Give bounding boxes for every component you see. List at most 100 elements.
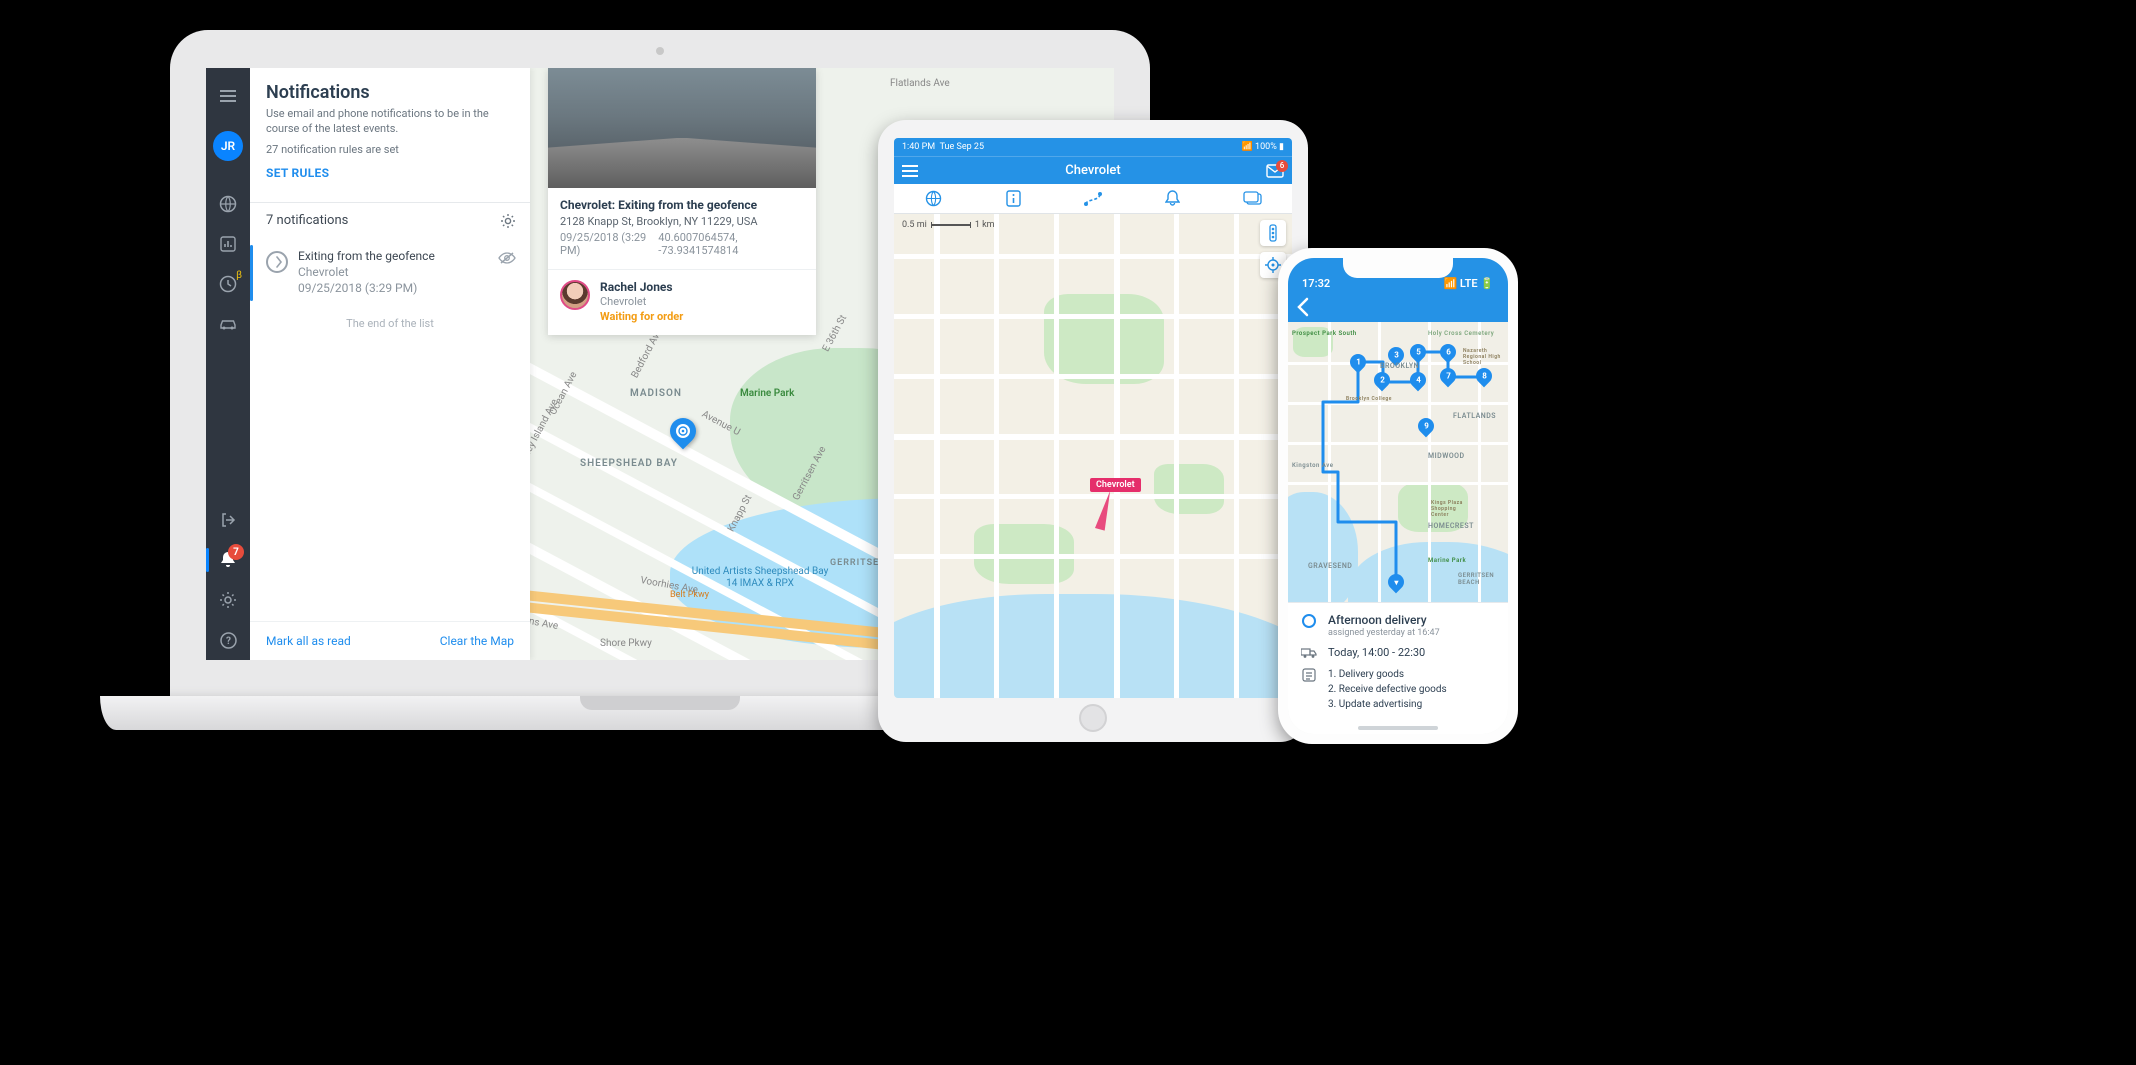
- tablet-water: [894, 594, 1292, 698]
- laptop-camera: [656, 47, 664, 55]
- tablet-park: [1154, 464, 1224, 514]
- streetview-photo[interactable]: Google © 2018 Google Terms of Use Report…: [548, 68, 816, 188]
- route-waypoint[interactable]: 1: [1350, 354, 1366, 370]
- tablet-park: [1044, 294, 1164, 384]
- streetview-report-link[interactable]: Report a problem: [735, 173, 812, 185]
- sidebar-item-notifications[interactable]: 7: [206, 540, 250, 580]
- driver-name: Rachel Jones: [600, 280, 683, 294]
- route-waypoint[interactable]: 5: [1410, 344, 1426, 360]
- sidebar-item-help[interactable]: ?: [206, 620, 250, 660]
- phone-poi-label: Holy Cross Cemetery: [1428, 330, 1494, 337]
- sidebar-avatar[interactable]: JR: [206, 126, 250, 166]
- phone-area-label: BROOKLYN: [1380, 362, 1419, 370]
- route-waypoint[interactable]: 8: [1476, 368, 1492, 384]
- route-icon: [1083, 191, 1103, 207]
- tablet-traffic-button[interactable]: [1260, 220, 1286, 246]
- tablet-tab-info[interactable]: [974, 184, 1054, 213]
- tablet-inbox-button[interactable]: 6: [1266, 164, 1284, 178]
- app-sidebar: JR β: [206, 68, 250, 660]
- phone-street-label: Kingston Ave: [1292, 462, 1333, 469]
- phone-time: 17:32: [1302, 277, 1330, 290]
- end-of-list: The end of the list: [250, 307, 530, 346]
- phone-screen: 17:32 📶 LTE 🔋: [1288, 258, 1508, 734]
- active-indicator: [206, 548, 209, 572]
- truck-icon: [1300, 647, 1318, 659]
- tablet-tab-alerts[interactable]: [1133, 184, 1213, 213]
- gear-icon: [219, 591, 237, 609]
- list-settings-button[interactable]: [500, 213, 516, 229]
- driver-row[interactable]: Rachel Jones Chevrolet Waiting for order: [548, 269, 816, 335]
- help-icon: ?: [220, 632, 237, 649]
- sidebar-menu-button[interactable]: [206, 76, 250, 116]
- streetview-brand: Google: [552, 173, 593, 185]
- phone-poi-label: Nazareth Regional High School: [1463, 348, 1507, 366]
- avatar-initials: JR: [213, 131, 243, 161]
- chat-icon: [1243, 191, 1262, 207]
- checklist-icon: [1300, 668, 1318, 682]
- sidebar-item-globe[interactable]: [206, 184, 250, 224]
- phone-park-label: Marine Park: [1428, 557, 1466, 564]
- tablet-tab-route[interactable]: [1053, 184, 1133, 213]
- route-waypoint[interactable]: 9: [1418, 418, 1434, 434]
- traffic-light-icon: [1266, 224, 1280, 242]
- tablet-tab-chat[interactable]: [1212, 184, 1292, 213]
- streetview-terms-link[interactable]: Terms of Use: [672, 173, 733, 185]
- tablet-vehicle-marker[interactable]: Chevrolet: [1090, 472, 1141, 491]
- map-street-label: Flatlands Ave: [890, 78, 950, 89]
- clear-map-link[interactable]: Clear the Map: [440, 634, 514, 648]
- task-step: 2. Receive defective goods: [1328, 682, 1447, 697]
- tablet-tab-map[interactable]: [894, 184, 974, 213]
- route-endpoint[interactable]: ▾: [1388, 574, 1404, 590]
- sidebar-item-fleet[interactable]: [206, 304, 250, 344]
- driver-status: Waiting for order: [600, 310, 683, 323]
- tablet-device: 1:40 PM Tue Sep 25 📶 100% ▮ Chevrolet 6: [878, 120, 1308, 742]
- phone-poi-label: Kings Plaza Shopping Center: [1431, 500, 1471, 518]
- sidebar-item-history[interactable]: β: [206, 264, 250, 304]
- phone-carrier: LTE: [1460, 277, 1478, 290]
- route-waypoint[interactable]: 2: [1374, 372, 1390, 388]
- clock-icon: [219, 275, 237, 293]
- phone-device: 17:32 📶 LTE 🔋: [1278, 248, 1518, 744]
- tablet-status-bar: 1:40 PM Tue Sep 25 📶 100% ▮: [894, 138, 1292, 156]
- map-marker-vehicle[interactable]: [670, 418, 696, 444]
- sidebar-item-reports[interactable]: [206, 224, 250, 264]
- sidebar-item-settings[interactable]: [206, 580, 250, 620]
- svg-text:?: ?: [226, 636, 231, 647]
- target-icon: [678, 426, 688, 436]
- sidebar-item-logout[interactable]: [206, 500, 250, 540]
- rules-count: 27 notification rules are set: [266, 143, 514, 156]
- event-address: 2128 Knapp St, Brooklyn, NY 11229, USA: [560, 215, 804, 228]
- phone-map-canvas[interactable]: ▾ 1 2 3 4 5 6 7 8 9 BROOKLYN MIDWOOD GRA…: [1288, 322, 1508, 602]
- notification-timestamp: 09/25/2018 (3:29 PM): [298, 281, 488, 295]
- route-waypoint[interactable]: 7: [1440, 368, 1456, 384]
- chevron-left-icon: [1296, 297, 1310, 317]
- back-button[interactable]: [1296, 297, 1310, 317]
- tablet-home-button[interactable]: [1079, 704, 1107, 732]
- info-icon: [1006, 190, 1021, 207]
- notification-count-badge: 7: [228, 544, 244, 560]
- task-sheet: Afternoon delivery assigned yesterday at…: [1288, 602, 1508, 734]
- set-rules-link[interactable]: SET RULES: [266, 166, 514, 180]
- task-step: 1. Delivery goods: [1328, 667, 1447, 682]
- phone-nav-bar: [1288, 292, 1508, 322]
- route-waypoint[interactable]: 6: [1440, 344, 1456, 360]
- tablet-map-scale: 0.5 mi1 km: [902, 220, 995, 230]
- phone-area-label: GERRITSEN BEACH: [1458, 572, 1508, 586]
- event-timestamp: 09/25/2018 (3:29 PM): [560, 231, 658, 257]
- route-waypoint[interactable]: 3: [1388, 347, 1404, 363]
- tablet-map-canvas[interactable]: 0.5 mi1 km Chevrolet: [894, 214, 1292, 698]
- route-waypoint[interactable]: 4: [1410, 372, 1426, 388]
- home-indicator[interactable]: [1358, 726, 1438, 730]
- globe-icon: [925, 190, 942, 207]
- tablet-status-date: Tue Sep 25: [940, 142, 984, 152]
- mark-all-read-link[interactable]: Mark all as read: [266, 634, 351, 648]
- notification-item[interactable]: Exiting from the geofence Chevrolet 09/2…: [250, 239, 530, 307]
- streetview-copyright: © 2018 Google: [601, 173, 669, 185]
- map-street-label: Shore Pkwy: [600, 638, 652, 649]
- hide-notification-button[interactable]: [498, 251, 516, 265]
- task-assigned: assigned yesterday at 16:47: [1328, 628, 1440, 638]
- tablet-menu-button[interactable]: [902, 165, 918, 177]
- phone-bezel: 17:32 📶 LTE 🔋: [1278, 248, 1518, 744]
- map-poi-label: United Artists Sheepshead Bay 14 IMAX & …: [690, 566, 830, 590]
- streetview-forward-icon[interactable]: [660, 146, 704, 168]
